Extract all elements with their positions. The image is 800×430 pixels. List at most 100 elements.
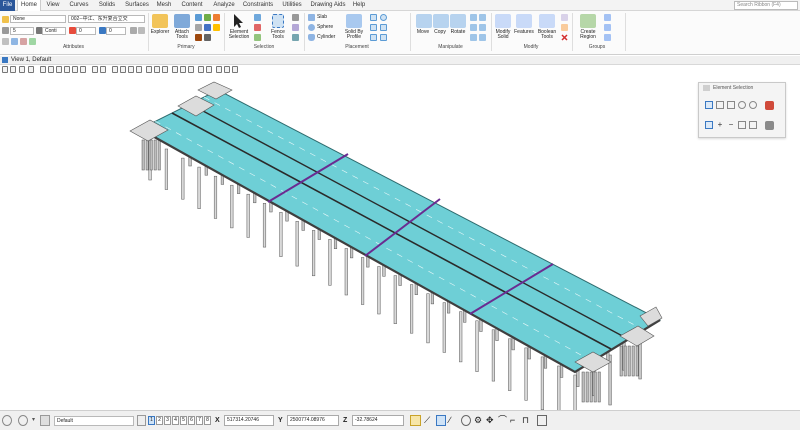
- manipulate-tool-1-icon[interactable]: [470, 14, 477, 21]
- view-number-button[interactable]: 8: [204, 416, 211, 425]
- view-display-style-icon[interactable]: [10, 66, 16, 73]
- attach-tools-icon[interactable]: [174, 14, 190, 28]
- fence-delete-icon[interactable]: [292, 14, 299, 21]
- zoom-out-icon[interactable]: [48, 66, 54, 73]
- placement-tool-4-icon[interactable]: [380, 24, 387, 31]
- view-tool-18-icon[interactable]: [154, 66, 160, 73]
- solid-by-profile-icon[interactable]: [346, 14, 362, 28]
- fit-icon[interactable]: [537, 415, 547, 426]
- tab-utilities[interactable]: Utilities: [280, 0, 304, 11]
- view-tool-25-icon[interactable]: [216, 66, 222, 73]
- explorer-button[interactable]: Explorer: [148, 30, 172, 35]
- dialog-grip-icon[interactable]: [703, 85, 710, 91]
- primary-tool-8-icon[interactable]: [204, 34, 211, 41]
- placement-tool-5-icon[interactable]: [370, 34, 377, 41]
- subtract-icon[interactable]: −: [727, 121, 735, 129]
- tab-analyze[interactable]: Analyze: [210, 0, 238, 11]
- view-control-icon[interactable]: [18, 415, 28, 426]
- view-groups-icon[interactable]: [40, 415, 50, 426]
- primary-tool-2-icon[interactable]: [204, 14, 211, 21]
- groups-tool-2-icon[interactable]: [604, 24, 611, 31]
- slab-button[interactable]: Slab: [317, 14, 327, 21]
- primary-tool-7-icon[interactable]: [195, 34, 202, 41]
- boolean-tools-icon[interactable]: [539, 14, 555, 28]
- smartline-icon[interactable]: ⟋: [424, 415, 434, 426]
- view-attributes-icon[interactable]: [2, 66, 8, 73]
- view-previous-icon[interactable]: [92, 66, 98, 73]
- manipulate-tool-3-icon[interactable]: [470, 24, 477, 31]
- tab-solids[interactable]: Solids: [96, 0, 118, 11]
- view-group-combo[interactable]: Default: [54, 416, 134, 426]
- groups-tool-1-icon[interactable]: [604, 14, 611, 21]
- walk-icon[interactable]: [80, 66, 86, 73]
- tab-view[interactable]: View: [44, 0, 62, 11]
- window-area-icon[interactable]: [56, 66, 62, 73]
- gear-icon[interactable]: ⚙: [474, 415, 484, 426]
- zoom-in-icon[interactable]: [40, 66, 46, 73]
- view-number-button[interactable]: 3: [164, 416, 171, 425]
- deselect-all-icon[interactable]: [765, 121, 774, 130]
- view-tool-22-icon[interactable]: [188, 66, 194, 73]
- line-mode-icon[interactable]: [749, 101, 757, 109]
- tab-help[interactable]: Help: [350, 0, 368, 11]
- modify-solid-icon[interactable]: [495, 14, 511, 28]
- corner-icon[interactable]: ⌐: [510, 415, 520, 426]
- individual-mode-icon[interactable]: [705, 101, 713, 109]
- manipulate-tool-4-icon[interactable]: [479, 24, 486, 31]
- view-number-button[interactable]: 7: [196, 416, 203, 425]
- clear-icon[interactable]: [749, 121, 757, 129]
- tab-curves[interactable]: Curves: [66, 0, 92, 11]
- circle-icon[interactable]: [461, 415, 471, 426]
- view-number-button[interactable]: 1: [148, 416, 155, 425]
- move-icon[interactable]: ✥: [486, 415, 496, 426]
- create-region-icon[interactable]: [580, 14, 596, 28]
- create-region-button[interactable]: Create Region: [574, 30, 602, 40]
- view-tool-13-icon[interactable]: [112, 66, 118, 73]
- view-tool-27-icon[interactable]: [232, 66, 238, 73]
- polyline-icon[interactable]: ⊓: [522, 415, 532, 426]
- view-1-canvas[interactable]: [0, 76, 800, 430]
- view-tool-26-icon[interactable]: [224, 66, 230, 73]
- rotate-button[interactable]: Rotate: [446, 30, 470, 35]
- tab-home[interactable]: Home: [17, 0, 41, 11]
- fit-view-icon[interactable]: [64, 66, 70, 73]
- line-style-combo[interactable]: Conti: [42, 27, 66, 35]
- tab-file[interactable]: File: [0, 0, 15, 11]
- selection-tool-2-icon[interactable]: [254, 24, 261, 31]
- copy-icon[interactable]: [433, 14, 449, 28]
- placement-tool-6-icon[interactable]: [380, 34, 387, 41]
- circle-mode-icon[interactable]: [738, 101, 746, 109]
- sphere-button[interactable]: Sphere: [317, 24, 333, 31]
- placement-tool-2-icon[interactable]: [380, 14, 387, 21]
- boolean-tools-button[interactable]: Boolean Tools: [535, 30, 559, 40]
- view-number-button[interactable]: 6: [188, 416, 195, 425]
- view-tool-23-icon[interactable]: [198, 66, 204, 73]
- transparency-combo[interactable]: 0: [106, 27, 126, 35]
- fence-tool-3-icon[interactable]: [292, 34, 299, 41]
- view-tool-19-icon[interactable]: [162, 66, 168, 73]
- element-selection-button[interactable]: Element Selection: [226, 30, 252, 40]
- add-icon[interactable]: +: [716, 121, 724, 129]
- element-selection-icon[interactable]: [232, 13, 244, 29]
- color-combo[interactable]: 0: [76, 27, 96, 35]
- y-coordinate-field[interactable]: 2500774.08976: [287, 415, 339, 426]
- sphere-icon[interactable]: [308, 24, 315, 31]
- ribbon-search-input[interactable]: Search Ribbon (F4): [734, 1, 798, 10]
- view-tool-4-icon[interactable]: [28, 66, 34, 73]
- model-combo[interactable]: 002--中江、东升复合立交: [68, 15, 145, 23]
- view-number-button[interactable]: 5: [180, 416, 187, 425]
- element-selection-dialog[interactable]: Element Selection + −: [698, 82, 786, 138]
- view-tool-16-icon[interactable]: [136, 66, 142, 73]
- view-tool-15-icon[interactable]: [128, 66, 134, 73]
- explorer-icon[interactable]: [152, 14, 168, 28]
- slab-icon[interactable]: [308, 14, 315, 21]
- tab-constraints[interactable]: Constraints: [240, 0, 276, 11]
- placement-tool-1-icon[interactable]: [370, 14, 377, 21]
- line-icon[interactable]: ∕: [449, 415, 459, 426]
- view-tool-3-icon[interactable]: [19, 66, 25, 73]
- manipulate-tool-5-icon[interactable]: [470, 34, 477, 41]
- features-icon[interactable]: [516, 14, 532, 28]
- new-selection-icon[interactable]: [705, 121, 713, 129]
- solid-by-profile-button[interactable]: Solid By Profile: [340, 30, 368, 40]
- move-icon[interactable]: [416, 14, 432, 28]
